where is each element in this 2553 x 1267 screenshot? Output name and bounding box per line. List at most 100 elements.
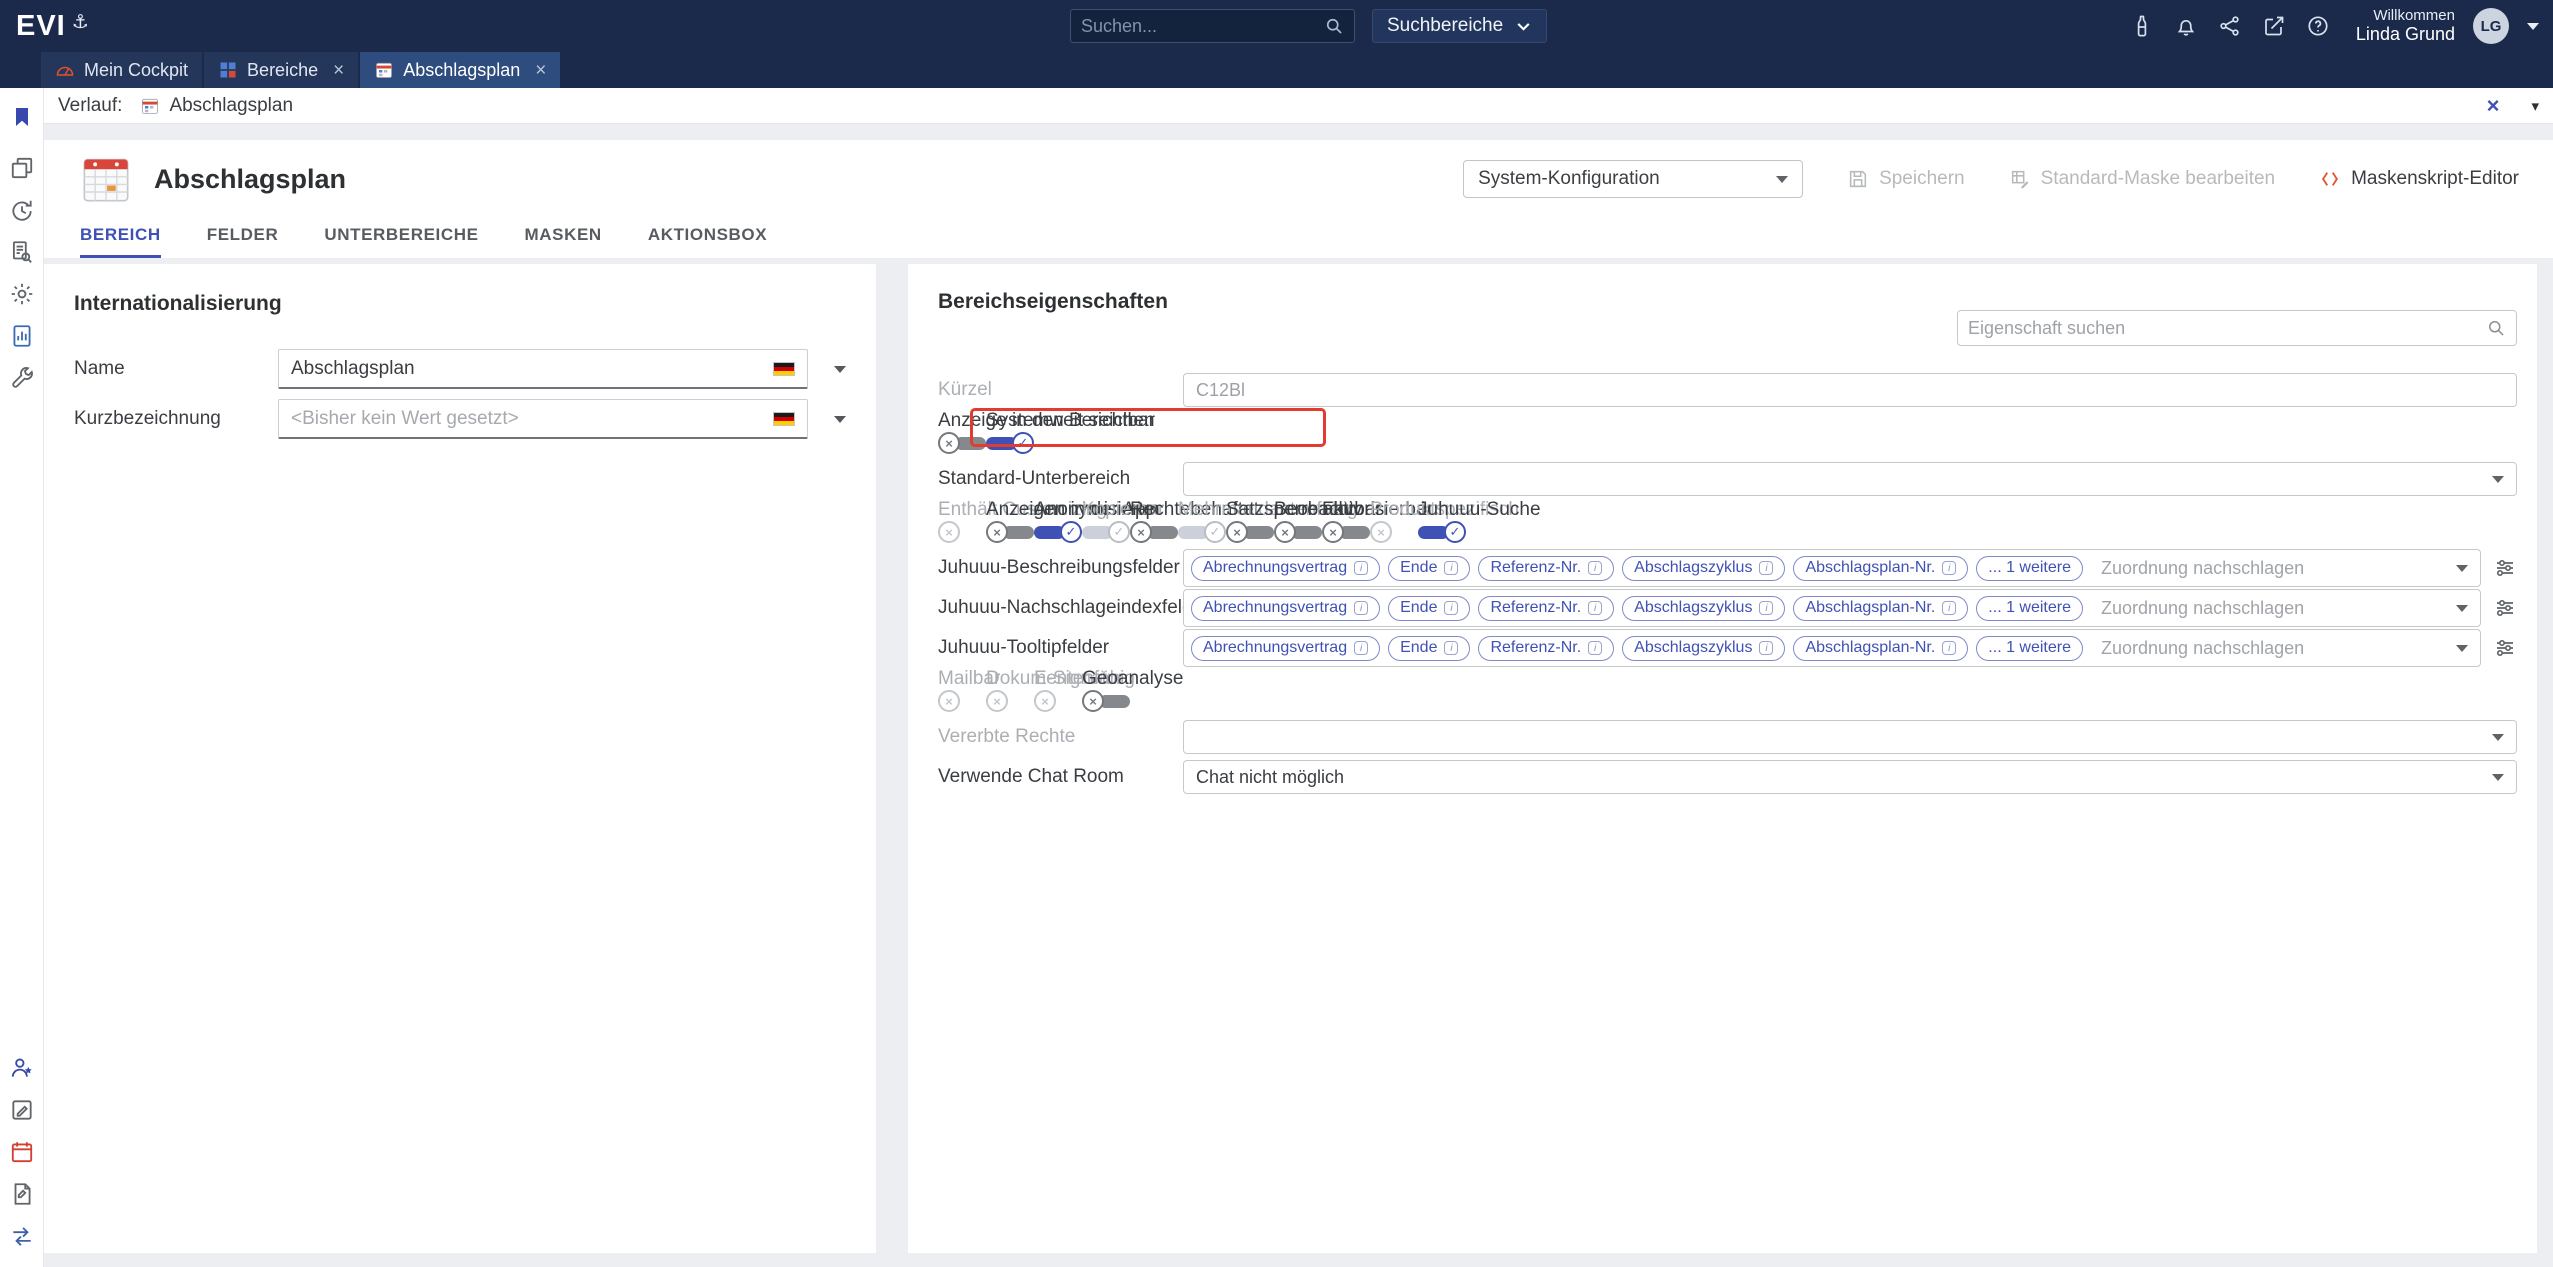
- toggle-satzsperre-aktiv[interactable]: ×: [1226, 521, 1274, 543]
- toggle-thumb-cross-icon: ×: [938, 432, 960, 454]
- chip-more[interactable]: ... 1 weitere: [1976, 636, 2083, 661]
- property-row-enth-lt-customizing: Enthält Customizing ×: [938, 499, 986, 534]
- section-tab-aktionsbox[interactable]: AKTIONSBOX: [648, 212, 767, 258]
- chip-referenz-nr[interactable]: Referenz-Nr. i: [1478, 596, 1614, 621]
- chevron-down-icon[interactable]: [834, 416, 846, 423]
- tab-close-icon[interactable]: ×: [333, 61, 344, 80]
- sidebar-settings-button[interactable]: [6, 278, 38, 310]
- chip-more[interactable]: ... 1 weitere: [1976, 556, 2083, 581]
- chips-juhuuu-tooltipfelder[interactable]: Abrechnungsvertrag i Ende i Referenz-Nr.…: [1183, 629, 2481, 667]
- property-search-input[interactable]: [1968, 318, 2486, 339]
- maskenskript-editor-button[interactable]: Maskenskript-Editor: [2319, 168, 2519, 190]
- chevron-down-icon: [2456, 565, 2468, 572]
- history-bar: Verlauf: Abschlagsplan × ▾: [44, 88, 2553, 124]
- combo-vererbte-rechte[interactable]: [1183, 720, 2517, 754]
- input-kurzbezeichnung[interactable]: <Bisher kein Wert gesetzt>: [278, 399, 808, 439]
- script-editor-icon: [2319, 168, 2341, 190]
- chip-abschlagszyklus[interactable]: Abschlagszyklus i: [1622, 636, 1785, 661]
- chip-ende[interactable]: Ende i: [1388, 556, 1470, 581]
- mask-edit-icon: [2009, 168, 2031, 190]
- german-flag-icon: [773, 362, 795, 376]
- history-item-abschlagsplan[interactable]: Abschlagsplan: [140, 95, 293, 117]
- chip-referenz-nr[interactable]: Referenz-Nr. i: [1478, 556, 1614, 581]
- sidebar-history-button[interactable]: [6, 194, 38, 226]
- combo-standard-unterbereich[interactable]: [1183, 462, 2517, 496]
- avatar[interactable]: LG: [2473, 8, 2509, 44]
- sidebar-user-star-button[interactable]: [6, 1052, 38, 1084]
- chip-abrechnungsvertrag[interactable]: Abrechnungsvertrag i: [1191, 636, 1380, 661]
- evi-logo[interactable]: EVI ⚓: [16, 10, 90, 43]
- tab-mein-cockpit[interactable]: Mein Cockpit: [41, 52, 202, 88]
- toggle-thumb-cross-icon: ×: [938, 521, 960, 543]
- notifications-icon[interactable]: [2174, 14, 2198, 38]
- chip-abschlagszyklus[interactable]: Abschlagszyklus i: [1622, 556, 1785, 581]
- tab-close-icon[interactable]: ×: [535, 61, 546, 80]
- property-row-geoanalyse: Geoanalyse ×: [1082, 668, 1130, 703]
- chip-abrechnungsvertrag[interactable]: Abrechnungsvertrag i: [1191, 556, 1380, 581]
- sidebar-report-button[interactable]: [6, 320, 38, 352]
- history-menu-caret-icon[interactable]: ▾: [2531, 97, 2539, 115]
- chevron-down-icon: [2492, 774, 2504, 781]
- global-search: [1070, 9, 1355, 43]
- close-icon[interactable]: ×: [2487, 95, 2500, 117]
- toggle-systemweit-sichtbar[interactable]: ✓: [986, 432, 1034, 454]
- sidebar-document-edit-button[interactable]: [6, 1178, 38, 1210]
- chevron-down-icon: [1776, 176, 1788, 183]
- compose-icon[interactable]: [2262, 14, 2286, 38]
- section-tab-bereich[interactable]: BEREICH: [80, 212, 161, 258]
- share-icon[interactable]: [2218, 14, 2242, 38]
- sidebar-bookmark-button[interactable]: [6, 101, 38, 133]
- toggle-rechtebehaftet[interactable]: ×: [1130, 521, 1178, 543]
- chevron-down-icon[interactable]: [2527, 23, 2539, 30]
- toggle-favorisierbar[interactable]: ×: [1322, 521, 1370, 543]
- bottle-icon[interactable]: [2130, 14, 2154, 38]
- search-input[interactable]: [1081, 16, 1324, 37]
- sidebar-swap-button[interactable]: [6, 1220, 38, 1252]
- sidebar-notes-button[interactable]: [6, 1094, 38, 1126]
- toggle-anzeige-in-den-bereichen[interactable]: ×: [938, 432, 986, 454]
- chip-referenz-nr[interactable]: Referenz-Nr. i: [1478, 636, 1614, 661]
- chip-abrechnungsvertrag[interactable]: Abrechnungsvertrag i: [1191, 596, 1380, 621]
- chip-abschlagsplan-nr[interactable]: Abschlagsplan-Nr. i: [1793, 596, 1968, 621]
- chip-more[interactable]: ... 1 weitere: [1976, 596, 2083, 621]
- chips-juhuuu-nachschlageindexfelder[interactable]: Abrechnungsvertrag i Ende i Referenz-Nr.…: [1183, 589, 2481, 627]
- chip-abschlagsplan-nr[interactable]: Abschlagsplan-Nr. i: [1793, 636, 1968, 661]
- property-row-e-signatur: E-Signatur ×: [1034, 668, 1082, 703]
- chip-abschlagsplan-nr[interactable]: Abschlagsplan-Nr. i: [1793, 556, 1968, 581]
- sidebar-window-stack-button[interactable]: [6, 152, 38, 184]
- toggle-anonymisieren[interactable]: ✓: [1034, 521, 1082, 543]
- sidebar-form-search-button[interactable]: [6, 236, 38, 268]
- property-row-beobachtbar: Beobachtbar ×: [1274, 499, 1322, 534]
- chip-ende[interactable]: Ende i: [1388, 636, 1470, 661]
- chips-juhuuu-beschreibungsfelder[interactable]: Abrechnungsvertrag i Ende i Referenz-Nr.…: [1183, 549, 2481, 587]
- help-icon[interactable]: [2306, 14, 2330, 38]
- tune-icon[interactable]: [2493, 636, 2517, 660]
- toggle-enth-lt-customizing: ×: [938, 521, 986, 543]
- input-name[interactable]: Abschlagsplan: [278, 349, 808, 389]
- toggle-anzeigen-in-der-app[interactable]: ×: [986, 521, 1034, 543]
- anchor-icon: ⚓: [72, 11, 90, 34]
- tab-abschlagsplan[interactable]: Abschlagsplan ×: [360, 52, 560, 88]
- toggle-thumb-cross-icon: ×: [938, 690, 960, 712]
- section-tab-felder[interactable]: FELDER: [207, 212, 279, 258]
- toggle-thumb-check-icon: ✓: [1108, 521, 1130, 543]
- chevron-down-icon[interactable]: [834, 366, 846, 373]
- input-k-rzel[interactable]: C12Bl: [1183, 373, 2517, 407]
- section-tab-masken[interactable]: MASKEN: [525, 212, 602, 258]
- toggle-beobachtbar[interactable]: ×: [1274, 521, 1322, 543]
- sidebar-calendar-button[interactable]: [6, 1136, 38, 1168]
- search-scope-dropdown[interactable]: Suchbereiche: [1372, 9, 1547, 43]
- toggle-geoanalyse[interactable]: ×: [1082, 690, 1130, 712]
- tune-icon[interactable]: [2493, 596, 2517, 620]
- chip-abschlagszyklus[interactable]: Abschlagszyklus i: [1622, 596, 1785, 621]
- section-tab-unterbereiche[interactable]: UNTERBEREICHE: [324, 212, 478, 258]
- sidebar-wrench-button[interactable]: [6, 362, 38, 394]
- tab-bereiche[interactable]: Bereiche ×: [204, 52, 358, 88]
- toggle-juhuuu-suche[interactable]: ✓: [1418, 521, 1466, 543]
- property-row-systemweit-sichtbar: Systemweit sichtbar ✓: [986, 410, 1034, 445]
- standard-maske-bearbeiten-button: Standard-Maske bearbeiten: [2009, 168, 2275, 190]
- combo-verwende-chat-room[interactable]: Chat nicht möglich: [1183, 760, 2517, 794]
- config-select[interactable]: System-Konfiguration: [1463, 160, 1803, 198]
- chip-ende[interactable]: Ende i: [1388, 596, 1470, 621]
- tune-icon[interactable]: [2493, 556, 2517, 580]
